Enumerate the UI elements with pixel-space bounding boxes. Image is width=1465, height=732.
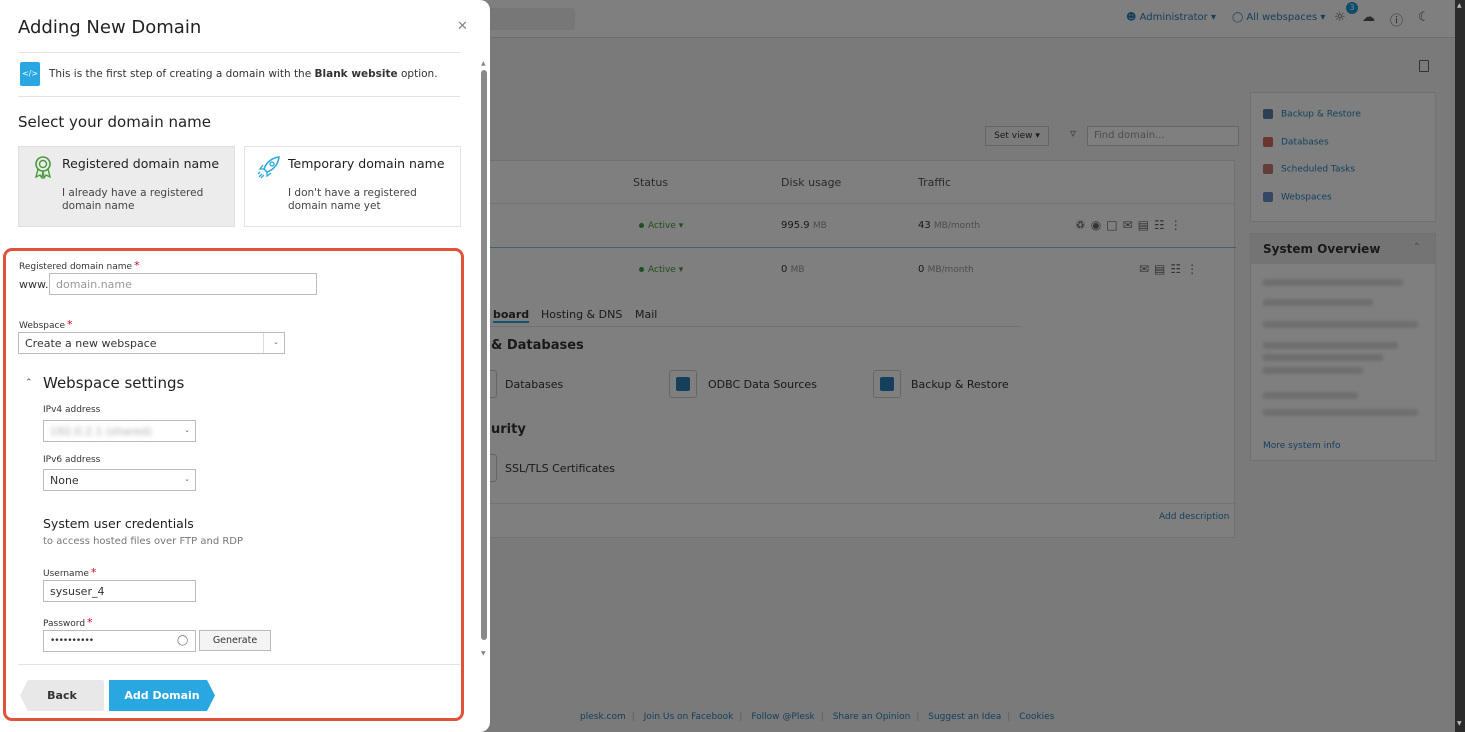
label-text: Registered domain name xyxy=(19,262,133,272)
generate-password-button[interactable]: Generate xyxy=(199,630,271,651)
ipv4-select-value: 192.0.2.1 (shared) xyxy=(50,425,153,438)
chevron-down-icon: ⌄ xyxy=(184,475,190,483)
password-input[interactable] xyxy=(43,630,196,652)
scroll-up-icon[interactable]: ▲ xyxy=(1457,2,1462,9)
info-prefix: This is the first step of creating a dom… xyxy=(49,68,315,80)
option-title: Temporary domain name xyxy=(288,156,445,171)
chevron-down-icon: ⌄ xyxy=(273,338,279,346)
www-prefix: www. xyxy=(19,278,49,291)
back-button[interactable]: Back xyxy=(20,680,104,711)
webspace-settings-title: Webspace settings xyxy=(43,374,185,392)
username-label: Username * xyxy=(43,566,96,579)
info-bold: Blank website xyxy=(314,68,398,80)
credentials-subtitle: to access hosted files over FTP and RDP xyxy=(43,536,244,547)
domain-field-label: Registered domain name * xyxy=(19,259,140,272)
ipv6-select-value: None xyxy=(50,474,79,487)
code-file-icon: </> xyxy=(20,62,40,86)
add-domain-button[interactable]: Add Domain xyxy=(109,680,215,711)
dialog-scrollbar[interactable]: ▲ ▼ xyxy=(480,60,488,660)
select-domain-title: Select your domain name xyxy=(18,113,212,131)
page-scrollbar[interactable]: ▲ ▼ xyxy=(1455,0,1465,732)
label-text: Password xyxy=(43,619,86,629)
select-divider xyxy=(263,333,264,353)
required-asterisk: * xyxy=(90,566,97,579)
credentials-title: System user credentials xyxy=(43,516,194,531)
option-description: I already have a registered domain name xyxy=(62,187,204,212)
rocket-icon xyxy=(257,155,281,179)
webspace-field-label: Webspace * xyxy=(19,318,73,331)
divider xyxy=(18,52,460,53)
info-suffix: option. xyxy=(397,68,438,80)
chevron-up-icon[interactable]: ⌃ xyxy=(25,378,33,388)
required-asterisk: * xyxy=(87,616,93,629)
scroll-thumb[interactable] xyxy=(481,70,487,640)
add-domain-dialog: Adding New Domain ✕ </> This is the firs… xyxy=(0,0,490,732)
chevron-down-icon: ⌄ xyxy=(184,426,190,434)
rocket-icon-svg xyxy=(257,156,280,179)
ipv6-label: IPv6 address xyxy=(43,455,101,465)
ipv4-label: IPv4 address xyxy=(43,405,101,415)
option-temporary-domain[interactable]: Temporary domain name I don't have a reg… xyxy=(244,146,461,227)
username-input[interactable] xyxy=(43,580,196,602)
required-asterisk: * xyxy=(134,259,140,272)
info-message: This is the first step of creating a dom… xyxy=(49,68,438,80)
close-icon[interactable]: ✕ xyxy=(457,19,468,34)
domain-name-input[interactable] xyxy=(49,273,317,295)
label-text: Username xyxy=(43,569,89,579)
award-icon xyxy=(31,155,55,180)
divider xyxy=(18,96,460,97)
webspace-select-value: Create a new webspace xyxy=(25,337,157,350)
option-description: I don't have a registered domain name ye… xyxy=(288,187,417,212)
eye-off-icon[interactable]: ◯ xyxy=(177,635,188,646)
dialog-title: Adding New Domain xyxy=(18,17,202,38)
option-registered-domain[interactable]: Registered domain name I already have a … xyxy=(18,146,235,227)
ipv4-select[interactable]: 192.0.2.1 (shared) ⌄ xyxy=(43,420,196,442)
scroll-down-icon[interactable]: ▼ xyxy=(481,650,486,657)
award-icon-svg xyxy=(34,156,52,180)
label-text: Webspace xyxy=(19,321,66,331)
scroll-up-icon[interactable]: ▲ xyxy=(481,60,486,67)
option-title: Registered domain name xyxy=(62,156,220,171)
webspace-select[interactable]: Create a new webspace ⌄ xyxy=(18,332,285,354)
required-asterisk: * xyxy=(67,318,73,331)
password-label: Password * xyxy=(43,616,93,629)
divider xyxy=(18,664,460,665)
ipv6-select[interactable]: None ⌄ xyxy=(43,469,196,491)
scroll-down-icon[interactable]: ▼ xyxy=(1457,720,1462,727)
